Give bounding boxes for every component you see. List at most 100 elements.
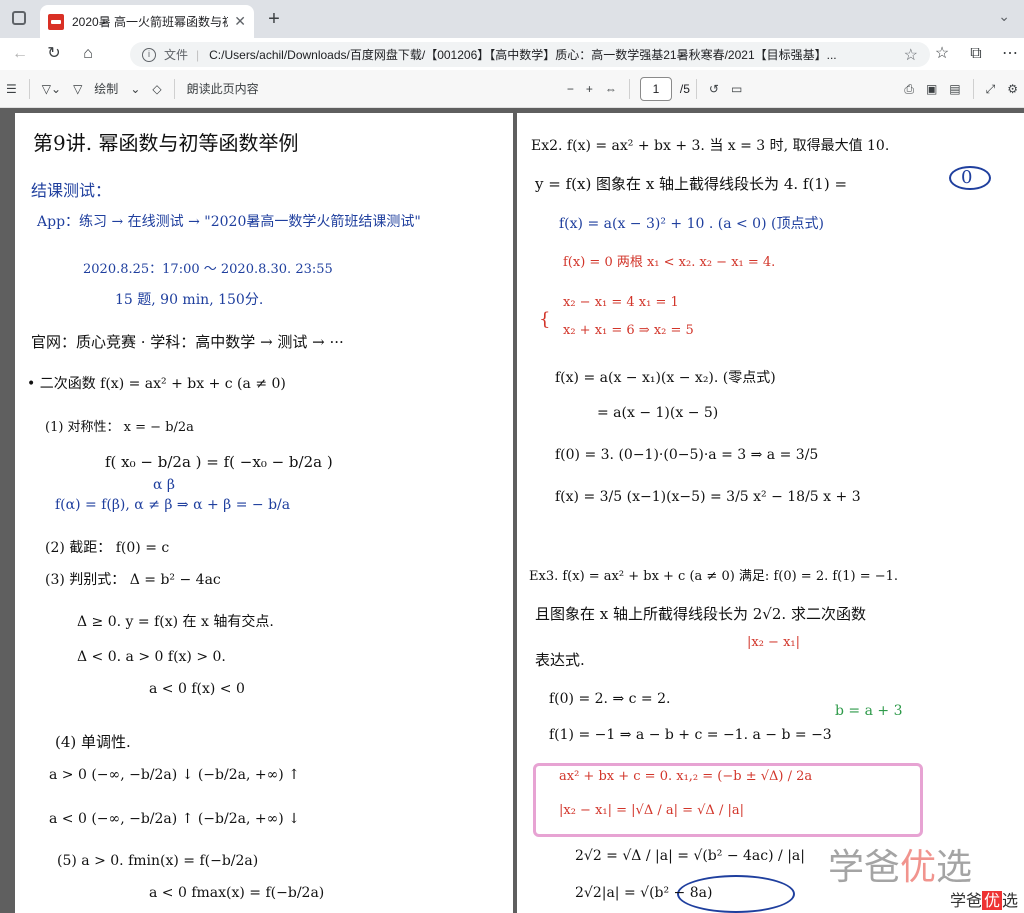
note-line: 表达式. [535,651,585,669]
toolbar-divider [628,78,630,99]
toolbar-divider [695,78,697,99]
page-view-icon[interactable]: ▭ [725,75,748,103]
read-aloud-button[interactable]: 朗读此页内容 [181,75,265,103]
note-line: • 二次函数 f(x) = ax² + bx + c (a ≠ 0) [27,376,286,392]
note-line: f(0) = 3. (0−1)·(0−5)·a = 3 ⇒ a = 3/5 [555,447,819,463]
note-line: Ex3. f(x) = ax² + bx + c (a ≠ 0) 满足: f(0… [529,569,899,584]
note-line: f(1) = −1 ⇒ a − b + c = −1. a − b = −3 [549,727,832,743]
pdf-icon [48,13,64,30]
watermark-text: 优 [900,847,937,888]
note-line: b = a + 3 [835,703,903,719]
answer-value: 0 [961,167,973,188]
note-line: f(x) = 3/5 (x−1)(x−5) = 3/5 x² − 18/5 x … [555,489,861,505]
note-line: 2020.8.25：17:00 ～ 2020.8.30. 23:55 [83,262,333,277]
tab-list-chevron-icon[interactable]: ⌄ [998,8,1010,25]
address-divider: | [196,47,200,62]
note-line: f( x₀ − b/2a ) = f( −x₀ − b/2a ) [105,453,333,471]
note-line: 结课测试： [31,181,112,200]
tab-close-icon[interactable]: ✕ [234,13,246,30]
fit-width-icon[interactable]: ⇔ [599,75,623,103]
toolbar-divider [972,78,974,99]
watermark-logo: 学爸优选 [828,838,972,890]
nav-right-icons: ☆ ⧉ ⋯ [922,40,1024,68]
new-tab-button[interactable]: + [262,8,286,32]
pdf-page-right: Ex2. f(x) = ax² + bx + 3. 当 x = 3 时, 取得最… [517,113,1024,913]
info-icon[interactable]: i [142,47,156,62]
refresh-icon[interactable]: ↻ [40,40,68,68]
draw-chevron-icon[interactable]: ⌄ [124,75,146,103]
note-line: (3) 判别式： Δ = b² − 4ac [45,572,221,588]
save-icon[interactable]: ▤ [943,75,966,103]
note-line: |x₂ − x₁| [747,635,801,650]
note-line: Δ < 0. a > 0 f(x) > 0. [77,649,226,665]
toolbar-divider [173,78,175,99]
note-line: a < 0 (−∞, −b/2a) ↑ (−b/2a, +∞) ↓ [49,811,300,827]
watermark-text: 学爸 [828,847,901,888]
note-line: f(α) = f(β), α ≠ β ⇒ α + β = − b/a [55,497,291,513]
page-number-input[interactable]: 1 [639,76,672,101]
pdf-page-left: 第9讲. 幂函数与初等函数举例 结课测试： App：练习 → 在线测试 → "2… [15,113,513,913]
note-line: 15 题, 90 min, 150分. [115,292,264,308]
home-icon[interactable]: ⌂ [74,40,102,68]
back-icon[interactable]: ← [6,40,34,68]
tab-title: 2020暑 高一火箭班幂函数与初等 [72,15,229,29]
note-line: ax² + bx + c = 0. x₁,₂ = (−b ± √Δ) / 2a [559,769,813,784]
note-line: a < 0 f(x) < 0 [149,681,245,697]
window-menu-icon[interactable] [12,11,26,25]
lecture-title: 第9讲. 幂函数与初等函数举例 [33,131,299,155]
note-line: (1) 对称性： x = − b/2a [45,420,194,435]
note-line: a > 0 (−∞, −b/2a) ↓ (−b/2a, +∞) ↑ [49,767,300,783]
note-line: 且图象在 x 轴上所截得线段长为 2√2. 求二次函数 [535,605,866,623]
note-line: α β [153,477,175,493]
note-line: |x₂ − x₁| = |√Δ / a| = √Δ / |a| [559,803,744,818]
note-line: y = f(x) 图象在 x 轴上截得线段长为 4. f(1) = [535,175,848,193]
watermark-text: 优 [981,891,1002,910]
url-text[interactable]: C:/Users/achil/Downloads/百度网盘下载/【001206】… [209,46,896,63]
note-line: a < 0 fmax(x) = f(−b/2a) [149,885,325,901]
watermark-badge: 学爸优选 [947,887,1020,911]
note-line: x₂ + x₁ = 6 ⇒ x₂ = 5 [563,323,694,338]
collections-icon[interactable]: ⧉ [962,40,990,68]
note-line: (4) 单调性. [55,733,131,751]
note-line: f(x) = a(x − x₁)(x − x₂). (零点式) [555,370,776,386]
note-line: (2) 截距： f(0) = c [45,540,170,556]
note-line: Ex2. f(x) = ax² + bx + 3. 当 x = 3 时, 取得最… [531,138,890,154]
contents-icon[interactable]: ☰ [0,75,23,103]
toolbar-divider [28,78,30,99]
page-total: /5 [679,81,690,96]
zoom-out-button[interactable]: − [561,75,580,103]
tab-strip: 2020暑 高一火箭班幂函数与初等 ✕ + ⌄ [0,0,1024,38]
note-line: f(x) = 0 两根 x₁ < x₂. x₂ − x₁ = 4. [563,255,776,270]
fullscreen-icon[interactable]: ⤢ [980,75,1002,103]
address-bar[interactable]: i 文件 | C:/Users/achil/Downloads/百度网盘下载/【… [130,42,930,67]
note-line: Δ ≥ 0. y = f(x) 在 x 轴有交点. [77,614,274,630]
favorites-icon[interactable]: ☆ [928,40,956,68]
more-menu-icon[interactable]: ⋯ [996,40,1024,68]
watermark-text: 学爸 [949,891,982,910]
note-line: App：练习 → 在线测试 → "2020暑高一数学火箭班结课测试" [37,214,421,230]
favorite-star-icon[interactable]: ☆ [904,45,918,65]
tab-pdf[interactable]: 2020暑 高一火箭班幂函数与初等 ✕ [40,5,254,38]
eraser-icon[interactable]: ◇ [146,75,167,103]
pdf-toolbar: ☰ ▽⌄ ▽ 绘制 ⌄ ◇ 朗读此页内容 − + ⇔ 1 /5 ↺ ▭ ⎙ ▣ … [0,70,1024,108]
note-line: = a(x − 1)(x − 5) [597,405,719,421]
navigation-bar: ← ↻ ⌂ i 文件 | C:/Users/achil/Downloads/百度… [0,38,1024,70]
settings-gear-icon[interactable]: ⚙ [1001,75,1024,103]
note-line: f(x) = a(x − 3)² + 10 . (a < 0) (顶点式) [559,216,824,232]
brace-left: { [539,309,551,330]
note-line: 2√2 = √Δ / |a| = √(b² − 4ac) / |a| [575,848,805,864]
save-as-icon[interactable]: ▣ [920,75,943,103]
print-icon[interactable]: ⎙ [898,75,920,103]
note-line: f(0) = 2. ⇒ c = 2. [549,691,671,707]
note-line: 官网：质心竞赛 · 学科：高中数学 → 测试 → ··· [31,333,344,351]
note-line: 2√2|a| = √(b² − 8a) [575,885,713,901]
highlight-icon[interactable]: ▽⌄ [36,75,67,103]
note-line: x₂ − x₁ = 4 x₁ = 1 [563,295,679,310]
watermark-text: 选 [1001,891,1018,910]
draw-icon[interactable]: ▽ [67,75,88,103]
zoom-in-button[interactable]: + [580,75,599,103]
draw-button[interactable]: 绘制 [88,75,124,103]
rotate-icon[interactable]: ↺ [703,75,725,103]
note-line: (5) a > 0. fmin(x) = f(−b/2a) [57,853,259,869]
watermark-text: 选 [936,847,973,888]
